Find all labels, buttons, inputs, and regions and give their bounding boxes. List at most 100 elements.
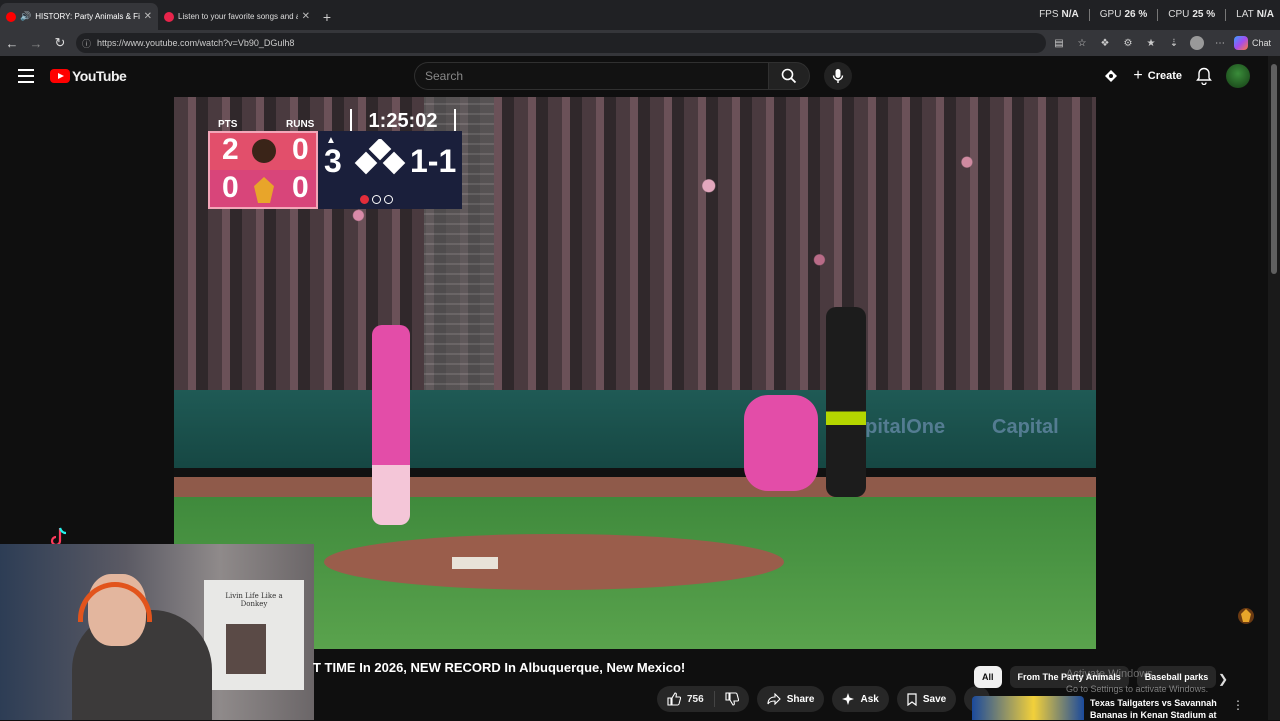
scrollbar-thumb[interactable] <box>1271 64 1277 274</box>
site-info-icon[interactable]: ⓘ <box>82 37 91 50</box>
dislike-button[interactable] <box>715 692 749 706</box>
away-runs: 0 <box>292 171 309 204</box>
logo-text: YouTube <box>72 68 127 84</box>
youtube-header: YouTube + Create <box>0 56 1268 96</box>
chat-label: Chat <box>1252 38 1272 48</box>
game-clock: 1:25:02 <box>350 109 456 133</box>
runs-label: RUNS <box>286 119 315 130</box>
sparkle-icon <box>842 693 855 705</box>
account-avatar[interactable] <box>1226 64 1250 88</box>
new-tab-button[interactable]: + <box>316 3 338 30</box>
video-actions: 756 Share Ask Save ⋯ <box>657 686 991 712</box>
voice-search-button[interactable] <box>824 62 852 90</box>
youtube-logo[interactable]: YouTube <box>50 68 127 84</box>
wall-tshirt: Livin Life Like a Donkey <box>204 580 304 690</box>
scoreboard-overlay: 1:25:02 PTS RUNS 2 0 0 0 ▲ 3 1-1 <box>208 109 462 211</box>
downloads-icon[interactable]: ⇣ <box>1164 33 1184 53</box>
gpu-readout: GPU 26 % <box>1099 9 1148 20</box>
copilot-chat-button[interactable]: Chat <box>1234 36 1271 50</box>
header-actions: + Create <box>1103 64 1250 88</box>
recommended-video[interactable]: Texas Tailgaters vs Savannah Bananas in … <box>972 696 1244 721</box>
bookmark-icon <box>907 692 917 706</box>
like-button[interactable]: 756 <box>657 691 715 707</box>
plus-icon: + <box>1133 67 1143 84</box>
video-pitcher <box>372 325 410 525</box>
notifications-bell-icon[interactable] <box>1196 67 1212 85</box>
save-button[interactable]: Save <box>896 686 957 712</box>
profile-icon[interactable] <box>1187 33 1207 53</box>
home-runs: 0 <box>292 133 309 166</box>
extension-badge-icon[interactable] <box>1103 68 1119 84</box>
party-animals-logo-icon <box>252 139 276 163</box>
back-arrow-icon[interactable]: ← <box>0 31 24 55</box>
pts-label: PTS <box>218 119 238 130</box>
latency-readout: LAT N/A <box>1236 9 1274 20</box>
music-favicon-icon <box>164 11 174 22</box>
wall-advertisement: apitalOne <box>854 416 946 438</box>
chevron-right-icon[interactable]: ❯ <box>1218 672 1228 686</box>
recommended-thumbnail[interactable] <box>972 696 1084 720</box>
reload-icon[interactable]: ↻ <box>48 31 72 55</box>
bases-diamond-icon <box>354 139 406 175</box>
address-bar[interactable]: ⓘ https://www.youtube.com/watch?v=Vb90_D… <box>76 33 1046 53</box>
favorites-icon[interactable]: ★ <box>1141 33 1161 53</box>
close-tab-icon[interactable]: ✕ <box>302 11 310 22</box>
recommended-title[interactable]: Texas Tailgaters vs Savannah Bananas in … <box>1090 697 1220 721</box>
ask-button[interactable]: Ask <box>832 686 889 712</box>
microphone-icon <box>832 69 844 83</box>
out-dot <box>384 195 393 204</box>
like-dislike-group: 756 <box>657 686 749 712</box>
video-title: T TIME In 2026, NEW RECORD In Albuquerqu… <box>313 660 686 675</box>
activate-windows-title: Activate Windows <box>1066 668 1153 680</box>
page-scrollbar[interactable] <box>1268 56 1280 720</box>
youtube-play-icon <box>50 69 70 83</box>
tab-title: Listen to your favorite songs and al <box>178 12 298 21</box>
ask-label: Ask <box>860 693 879 705</box>
away-pts: 0 <box>222 171 239 204</box>
browser-tab[interactable]: Listen to your favorite songs and al ✕ <box>158 3 316 30</box>
tab-title: HISTORY: Party Animals & Fi <box>35 12 140 21</box>
tshirt-graphic <box>226 624 266 674</box>
forward-arrow-icon[interactable]: → <box>24 31 48 55</box>
search-icon <box>781 68 797 84</box>
more-menu-icon[interactable]: ⋯ <box>1210 33 1230 53</box>
search-input[interactable] <box>414 62 769 90</box>
url-text: https://www.youtube.com/watch?v=Vb90_DGu… <box>97 38 295 48</box>
more-vertical-icon[interactable]: ⋮ <box>1232 698 1244 712</box>
browser-toolbar: ← → ↻ ⓘ https://www.youtube.com/watch?v=… <box>0 30 1280 56</box>
wall-advertisement: Capital <box>992 416 1059 438</box>
reader-mode-icon[interactable]: ▤ <box>1049 33 1069 53</box>
cpu-readout: CPU 25 % <box>1168 9 1216 20</box>
video-batter <box>826 307 866 497</box>
favorite-star-icon[interactable]: ☆ <box>1072 33 1092 53</box>
channel-watermark-icon[interactable] <box>1236 606 1256 626</box>
divider <box>1088 9 1090 21</box>
inning-number: 3 <box>324 143 342 179</box>
thumbs-up-icon <box>667 692 681 706</box>
divider <box>1157 9 1159 21</box>
chip-all[interactable]: All <box>974 666 1002 688</box>
browser-tab-active[interactable]: 🔊 HISTORY: Party Animals & Fi ✕ <box>0 3 158 30</box>
speaker-icon[interactable]: 🔊 <box>20 11 31 22</box>
video-outfield-wall: apitalOne Capital <box>174 390 1096 468</box>
divider <box>1225 9 1227 21</box>
thumbs-down-icon <box>725 692 739 706</box>
extensions-puzzle-icon[interactable]: ⚙ <box>1118 33 1138 53</box>
out-dot <box>360 195 369 204</box>
video-catcher <box>744 395 818 491</box>
extension-icon[interactable]: ❖ <box>1095 33 1115 53</box>
create-button[interactable]: + Create <box>1133 67 1182 85</box>
search-button[interactable] <box>768 62 810 90</box>
copilot-icon <box>1234 36 1248 50</box>
youtube-favicon-icon <box>6 11 16 22</box>
webcam-overlay: Livin Life Like a Donkey <box>0 544 314 720</box>
save-label: Save <box>922 693 947 705</box>
hamburger-menu-icon[interactable] <box>18 69 34 83</box>
share-button[interactable]: Share <box>756 686 825 712</box>
out-dot <box>372 195 381 204</box>
fps-readout: FPS N/A <box>1039 9 1079 20</box>
close-tab-icon[interactable]: ✕ <box>144 11 152 22</box>
opponent-logo-icon <box>254 177 274 203</box>
share-label: Share <box>786 693 815 705</box>
performance-overlay: FPS N/A GPU 26 % CPU 25 % LAT N/A <box>1039 9 1274 21</box>
